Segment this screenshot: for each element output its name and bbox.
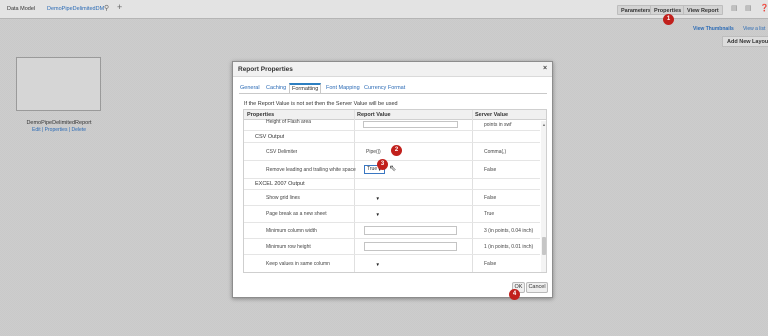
col-header-report-value: Report Value [354, 110, 472, 120]
server-value: points in swf [484, 122, 512, 128]
table-row: Minimum column width 3 (in points, 0.04 … [244, 223, 540, 239]
cancel-button[interactable]: Cancel [526, 282, 548, 293]
data-model-label: Data Model [7, 6, 36, 12]
info-note: If the Report Value is not set then the … [244, 101, 398, 107]
mouse-cursor-icon: ⇖ [389, 163, 397, 173]
min-row-height-input[interactable] [364, 242, 457, 251]
save-as-icon[interactable]: ▤ [745, 5, 752, 13]
show-grid-lines-select[interactable]: ▼ [364, 194, 383, 203]
close-icon[interactable]: × [543, 65, 547, 73]
view-list-link[interactable]: View a list [743, 26, 765, 32]
table-scrollbar[interactable]: ▲ [541, 121, 546, 272]
tab-divider [239, 93, 547, 94]
layout-title: DemoPipeDelimitedReport [26, 120, 92, 126]
layout-actions-links[interactable]: Edit | Properties | Delete [0, 127, 118, 133]
annotation-badge-1: 1 [663, 14, 674, 25]
top-toolbar: Data Model DemoPipeDelimitedDM ⚲ + Param… [0, 0, 768, 19]
chevron-down-icon: ▼ [375, 196, 380, 201]
dialog-header: Report Properties × [233, 62, 552, 77]
scrollbar-thumb[interactable] [542, 237, 546, 255]
properties-table: Properties Report Value Server Value Hei… [243, 109, 547, 273]
chevron-down-icon: ▼ [375, 212, 380, 217]
data-model-link[interactable]: DemoPipeDelimitedDM [47, 6, 104, 12]
add-icon[interactable]: + [117, 3, 122, 12]
page-break-select[interactable]: ▼ [364, 210, 383, 219]
help-icon[interactable]: ❓ [760, 5, 768, 13]
table-row: Show grid lines ▼ False [244, 190, 540, 206]
annotation-badge-3: 3 [377, 159, 388, 170]
report-properties-dialog: Report Properties × General Caching Form… [232, 61, 553, 298]
view-report-button[interactable]: View Report [683, 5, 723, 15]
property-label: Keep values in same column [266, 261, 330, 267]
save-icon[interactable]: ▤ [731, 5, 738, 13]
view-thumbnails-link[interactable]: View Thumbnails [693, 26, 734, 32]
min-column-width-input[interactable] [364, 226, 457, 235]
table-row: Minimum row height 1 (in points, 0.01 in… [244, 239, 540, 255]
scroll-up-icon[interactable]: ▲ [542, 122, 546, 127]
table-row-section: EXCEL 2007 Output [244, 179, 540, 190]
col-header-server-value: Server Value [472, 110, 546, 120]
table-row: Keep values in same column ▼ False [244, 255, 540, 272]
dialog-title: Report Properties [238, 66, 293, 73]
annotation-badge-4: 4 [509, 289, 520, 300]
property-label: Height of Flash area [266, 119, 312, 125]
search-icon[interactable]: ⚲ [104, 5, 109, 13]
annotation-badge-2: 2 [391, 145, 402, 156]
server-value: False [484, 261, 497, 267]
keep-values-select[interactable]: ▼ [364, 260, 383, 269]
flash-height-input[interactable] [363, 121, 458, 128]
table-row: Height of Flash area points in swf [244, 119, 540, 131]
layout-thumbnail[interactable] [16, 57, 101, 111]
table-row: Page break as a new sheet ▼ True [244, 206, 540, 223]
table-row-section: CSV Output [244, 131, 540, 143]
chevron-down-icon: ▼ [375, 262, 380, 267]
select-value: True [367, 166, 378, 172]
add-new-layout-button[interactable]: Add New Layout [722, 36, 768, 47]
